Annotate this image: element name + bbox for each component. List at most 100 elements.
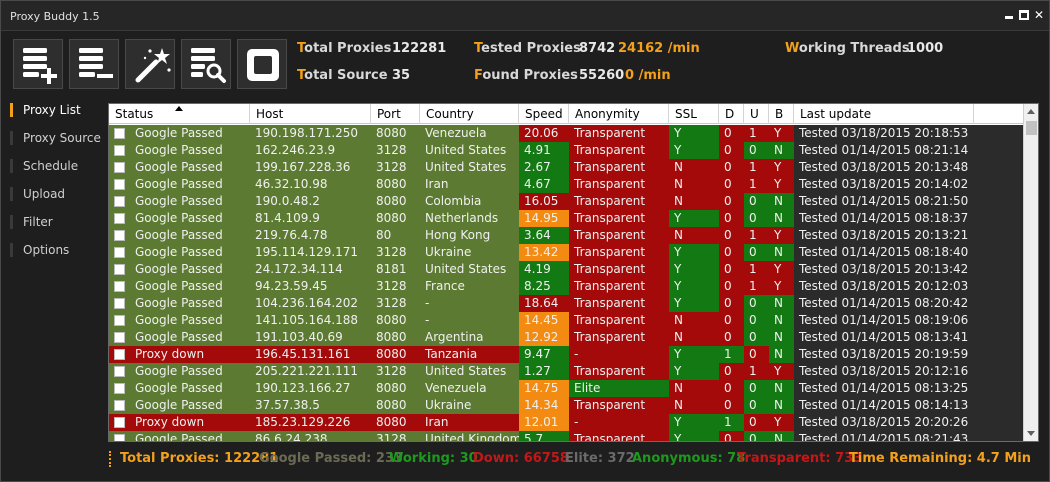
port-cell: 3128	[371, 278, 420, 295]
table-row[interactable]: Google Passed 199.167.228.36 3128 United St…	[109, 159, 1023, 176]
column-header-status[interactable]: Status	[109, 104, 250, 124]
column-header-host[interactable]: Host	[250, 104, 371, 124]
table-row[interactable]: Google Passed 190.0.48.2 8080 Colombia 16.05…	[109, 193, 1023, 210]
port-cell: 3128	[371, 159, 420, 176]
column-header-anonymity[interactable]: Anonymity	[569, 104, 669, 124]
maximize-icon[interactable]	[1018, 9, 1030, 21]
sidebar-item-options[interactable]: Options	[7, 239, 103, 261]
tested-proxies-rate: 24162 /min	[618, 41, 700, 56]
table-row[interactable]: Proxy down 185.23.129.226 8080 Iran 12.01- Y 1…	[109, 414, 1023, 431]
row-checkbox[interactable]	[114, 247, 125, 258]
status-cell: Google Passed	[109, 244, 250, 261]
scroll-up-icon[interactable]	[1024, 104, 1038, 120]
last-update-cell: Tested 03/18/2015 20:20:26	[794, 414, 1023, 431]
column-header-port[interactable]: Port	[371, 104, 420, 124]
sidebar-item-filter[interactable]: Filter	[7, 211, 103, 233]
column-header-speed[interactable]: Speed	[519, 104, 569, 124]
row-checkbox[interactable]	[114, 332, 125, 343]
vertical-scrollbar[interactable]	[1023, 104, 1038, 441]
found-proxies-rate: 0 /min	[625, 68, 671, 83]
table-row[interactable]: Google Passed 86.6.24.238 3128 United Kingd…	[109, 431, 1023, 441]
close-icon[interactable]: ✕	[1033, 9, 1045, 21]
speed-cell: 2.67	[519, 159, 569, 176]
status-cell: Google Passed	[109, 431, 250, 441]
last-update-cell: Tested 01/14/2015 08:13:41	[794, 329, 1023, 346]
table-row[interactable]: Google Passed 190.123.166.27 8080 Venezuela…	[109, 380, 1023, 397]
row-checkbox[interactable]	[114, 230, 125, 241]
column-header-d[interactable]: D	[719, 104, 744, 124]
sidebar-item-proxy-source[interactable]: Proxy Source	[7, 127, 103, 149]
total-proxies-label: Total Proxies	[297, 41, 392, 56]
port-cell: 3128	[371, 363, 420, 380]
port-cell: 3128	[371, 244, 420, 261]
table-row[interactable]: Google Passed 141.105.164.188 8080-14.45 Tr…	[109, 312, 1023, 329]
remove-list-button[interactable]	[69, 39, 119, 89]
last-update-cell: Tested 01/14/2015 08:21:50	[794, 193, 1023, 210]
table-row[interactable]: Google Passed 81.4.109.9 8080 Netherlands 14…	[109, 210, 1023, 227]
u-cell: 0	[744, 414, 769, 431]
sidebar-item-proxy-list[interactable]: Proxy List	[7, 99, 103, 121]
row-checkbox[interactable]	[114, 213, 125, 224]
table-row[interactable]: Google Passed 24.172.34.114 8181 United Sta…	[109, 261, 1023, 278]
sidebar-item-schedule[interactable]: Schedule	[7, 155, 103, 177]
d-cell: 0	[719, 397, 744, 414]
table-row[interactable]: Google Passed 94.23.59.45 3128 France 8.25 Tr…	[109, 278, 1023, 295]
row-checkbox[interactable]	[114, 264, 125, 275]
anonymity-cell: Transparent	[569, 227, 669, 244]
last-update-cell: Tested 01/14/2015 08:20:42	[794, 295, 1023, 312]
table-row[interactable]: Proxy down 196.45.131.161 8080 Tanzania 9.47…	[109, 346, 1023, 363]
column-header-country[interactable]: Country	[420, 104, 519, 124]
speed-cell: 20.06	[519, 125, 569, 142]
host-cell: 162.246.23.9	[250, 142, 371, 159]
search-list-button[interactable]	[181, 39, 231, 89]
row-checkbox[interactable]	[114, 434, 125, 441]
row-checkbox[interactable]	[114, 179, 125, 190]
row-checkbox[interactable]	[114, 145, 125, 156]
minimize-icon[interactable]	[1003, 9, 1015, 21]
table-row[interactable]: Google Passed 191.103.40.69 8080 Argentina 1…	[109, 329, 1023, 346]
column-header-b[interactable]: B	[769, 104, 794, 124]
row-checkbox[interactable]	[114, 366, 125, 377]
row-checkbox[interactable]	[114, 349, 125, 360]
row-checkbox[interactable]	[114, 417, 125, 428]
last-update-cell: Tested 03/18/2015 20:14:02	[794, 176, 1023, 193]
row-checkbox[interactable]	[114, 281, 125, 292]
table-row[interactable]: Google Passed 219.76.4.78 80 Hong Kong 3.64 T…	[109, 227, 1023, 244]
sidebar-item-label: Options	[23, 243, 70, 257]
anonymity-cell: Transparent	[569, 312, 669, 329]
sidebar-item-upload[interactable]: Upload	[7, 183, 103, 205]
row-checkbox[interactable]	[114, 162, 125, 173]
b-cell: N	[769, 210, 794, 227]
table-row[interactable]: Google Passed 190.198.171.250 8080 Venezuel…	[109, 125, 1023, 142]
scroll-down-icon[interactable]	[1024, 425, 1038, 441]
stop-button[interactable]	[237, 39, 287, 89]
country-cell: United States	[420, 159, 519, 176]
scroll-thumb[interactable]	[1026, 121, 1037, 135]
row-checkbox[interactable]	[114, 383, 125, 394]
table-row[interactable]: Google Passed 37.57.38.5 8080 Ukraine 14.34 T…	[109, 397, 1023, 414]
row-checkbox[interactable]	[114, 315, 125, 326]
row-checkbox[interactable]	[114, 128, 125, 139]
port-cell: 8181	[371, 261, 420, 278]
status-cell: Google Passed	[109, 159, 250, 176]
b-cell: N	[769, 329, 794, 346]
column-header-ssl[interactable]: SSL	[669, 104, 719, 124]
speed-cell: 4.91	[519, 142, 569, 159]
d-cell: 0	[719, 312, 744, 329]
ssl-cell: Y	[669, 125, 719, 142]
table-row[interactable]: Google Passed 195.114.129.171 3128 Ukraine 1…	[109, 244, 1023, 261]
row-checkbox[interactable]	[114, 196, 125, 207]
d-cell: 0	[719, 329, 744, 346]
row-checkbox[interactable]	[114, 400, 125, 411]
table-row[interactable]: Google Passed 104.236.164.202 3128-18.64 Tr…	[109, 295, 1023, 312]
table-row[interactable]: Google Passed 46.32.10.98 8080 Iran 4.67 Tran…	[109, 176, 1023, 193]
table-row[interactable]: Google Passed 205.221.221.111 3128 United S…	[109, 363, 1023, 380]
row-checkbox[interactable]	[114, 298, 125, 309]
b-cell: N	[769, 295, 794, 312]
column-header-last-update[interactable]: Last update	[794, 104, 974, 124]
column-header-u[interactable]: U	[744, 104, 769, 124]
speed-cell: 14.95	[519, 210, 569, 227]
table-row[interactable]: Google Passed 162.246.23.9 3128 United Stat…	[109, 142, 1023, 159]
add-list-button[interactable]	[13, 39, 63, 89]
magic-wand-button[interactable]	[125, 39, 175, 89]
